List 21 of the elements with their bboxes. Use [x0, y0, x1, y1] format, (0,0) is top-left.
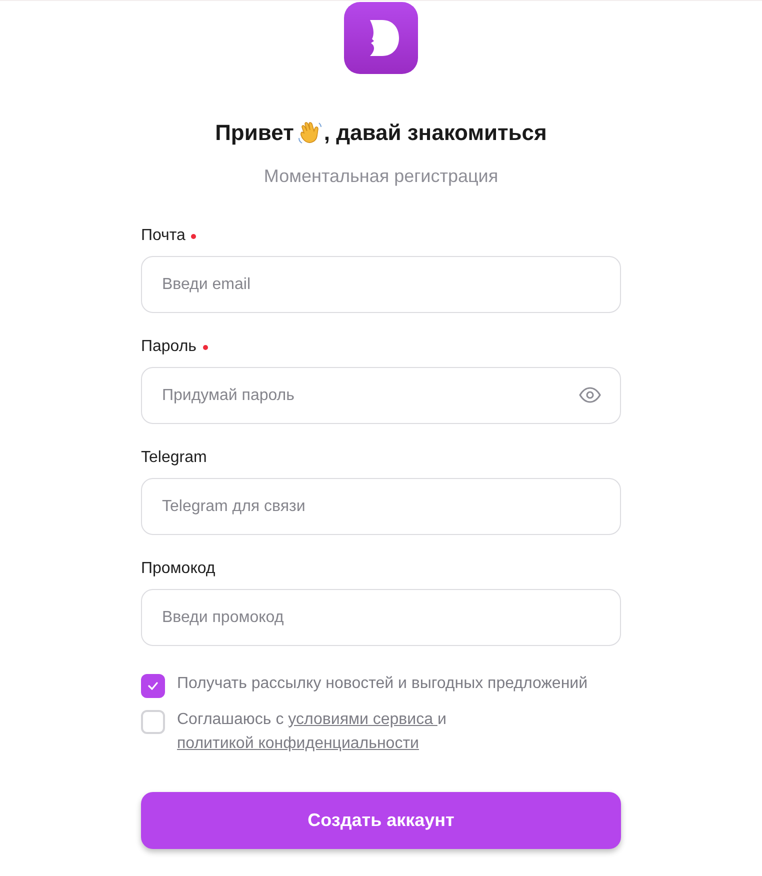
input-field[interactable]: Введи промокод — [141, 589, 621, 646]
create-account-button[interactable]: Создать аккаунт — [141, 792, 621, 849]
title: , давай знакомиться — [324, 119, 547, 147]
checkbox[interactable] — [141, 674, 165, 698]
field-label: Пароль — [141, 337, 197, 357]
checkbox-label: Получать рассылку новостей и выгодных предложений — [177, 674, 588, 694]
link[interactable]: условиями сервиса — [288, 711, 438, 728]
checkbox-label: Соглашаюсь с условиями сервиса и политикой конфиденциальности — [177, 710, 448, 754]
input-field[interactable]: Придумай пароль — [141, 367, 621, 424]
input-field[interactable]: Telegram для связи — [141, 478, 621, 535]
field-label: Почта — [141, 226, 186, 246]
input-field[interactable]: Введи email — [141, 256, 621, 313]
waving-hand-icon — [296, 120, 323, 146]
field-label: Промокод — [141, 559, 216, 579]
link[interactable]: политикой конфиденциальности — [177, 735, 419, 752]
title: Привет — [215, 119, 294, 147]
subtitle: Моментальная регистрация — [264, 165, 498, 188]
field-label: Telegram — [141, 448, 207, 468]
checkbox[interactable] — [141, 710, 165, 734]
check-icon — [148, 682, 158, 690]
eye-icon[interactable] — [579, 387, 601, 403]
